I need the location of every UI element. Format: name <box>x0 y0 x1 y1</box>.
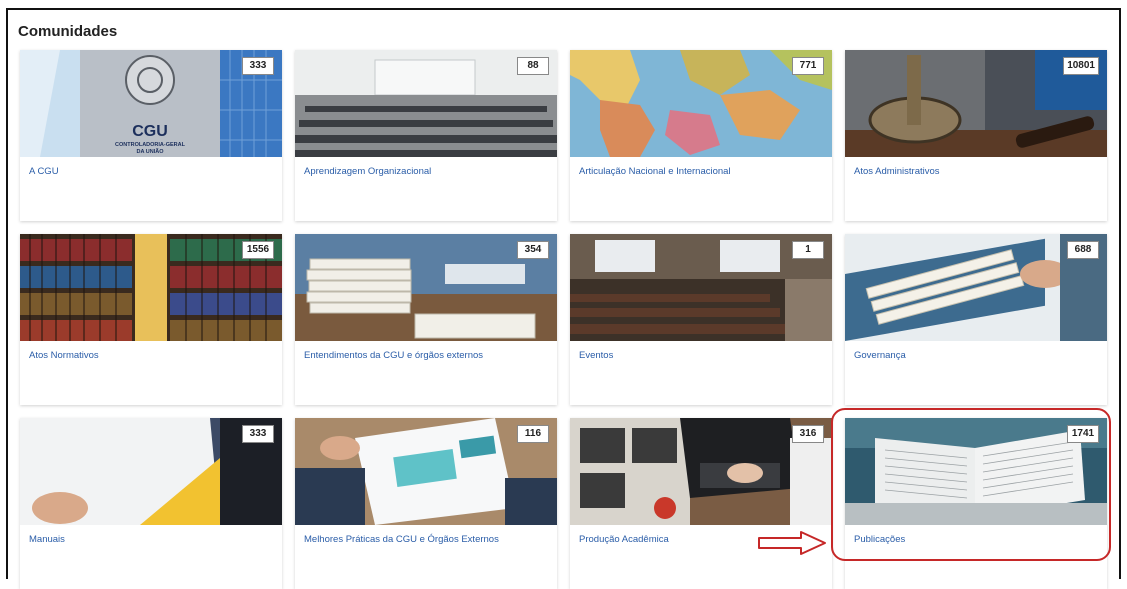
item-count-badge: 1 <box>792 241 824 259</box>
community-title[interactable]: Atos Normativos <box>29 350 99 361</box>
community-image-laptop-typing[interactable]: 316 <box>570 418 832 525</box>
community-image-document-stacks[interactable]: 354 <box>295 234 557 341</box>
community-image-cgu-building[interactable]: CGU CONTROLADORIA-GERAL DA UNIÃO 333 <box>20 50 282 157</box>
community-image-reports[interactable]: 116 <box>295 418 557 525</box>
item-count-badge: 771 <box>792 57 824 75</box>
community-image-open-book[interactable]: 1741 <box>845 418 1107 525</box>
community-image-file-folders[interactable]: 688 <box>845 234 1107 341</box>
community-title[interactable]: Melhores Práticas da CGU e Órgãos Extern… <box>304 534 499 545</box>
community-card-aprendizagem-organizacional[interactable]: 88 Aprendizagem Organizacional <box>295 50 557 221</box>
community-card-publicacoes[interactable]: 1741 Publicações <box>845 418 1107 589</box>
annotation-arrow-icon <box>758 531 826 555</box>
item-count-badge: 688 <box>1067 241 1099 259</box>
item-count-badge: 1556 <box>242 241 274 259</box>
community-title[interactable]: Publicações <box>854 534 905 545</box>
community-card-entendimentos-da-cgu[interactable]: 354 Entendimentos da CGU e órgãos extern… <box>295 234 557 405</box>
item-count-badge: 333 <box>242 57 274 75</box>
item-count-badge: 10801 <box>1063 57 1099 75</box>
community-image-classroom[interactable]: 88 <box>295 50 557 157</box>
community-card-producao-academica[interactable]: 316 Produção Acadêmica <box>570 418 832 589</box>
community-card-eventos[interactable]: 1 Eventos <box>570 234 832 405</box>
svg-text:CGU: CGU <box>132 123 168 140</box>
community-title[interactable]: Articulação Nacional e Internacional <box>579 166 731 177</box>
community-image-scales-gavel[interactable]: 10801 <box>845 50 1107 157</box>
svg-text:DA UNIÃO: DA UNIÃO <box>137 148 165 155</box>
section-title: Comunidades <box>18 23 118 40</box>
community-card-a-cgu[interactable]: CGU CONTROLADORIA-GERAL DA UNIÃO 333 A C… <box>20 50 282 221</box>
item-count-badge: 116 <box>517 425 549 443</box>
community-card-melhores-praticas[interactable]: 116 Melhores Práticas da CGU e Órgãos Ex… <box>295 418 557 589</box>
community-image-library-shelves[interactable]: 1556 <box>20 234 282 341</box>
svg-text:CONTROLADORIA-GERAL: CONTROLADORIA-GERAL <box>115 142 186 148</box>
community-card-atos-administrativos[interactable]: 10801 Atos Administrativos <box>845 50 1107 221</box>
community-title[interactable]: Eventos <box>579 350 613 361</box>
community-title[interactable]: A CGU <box>29 166 59 177</box>
community-title[interactable]: Manuais <box>29 534 65 545</box>
community-grid: CGU CONTROLADORIA-GERAL DA UNIÃO 333 A C… <box>20 50 1107 589</box>
community-card-manuais[interactable]: 333 Manuais <box>20 418 282 589</box>
community-title[interactable]: Entendimentos da CGU e órgãos externos <box>304 350 483 361</box>
item-count-badge: 333 <box>242 425 274 443</box>
community-image-auditorium[interactable]: 1 <box>570 234 832 341</box>
community-title[interactable]: Aprendizagem Organizacional <box>304 166 431 177</box>
item-count-badge: 316 <box>792 425 824 443</box>
community-image-world-map[interactable]: 771 <box>570 50 832 157</box>
item-count-badge: 1741 <box>1067 425 1099 443</box>
community-card-governanca[interactable]: 688 Governança <box>845 234 1107 405</box>
community-image-binder[interactable]: 333 <box>20 418 282 525</box>
community-title[interactable]: Governança <box>854 350 906 361</box>
item-count-badge: 88 <box>517 57 549 75</box>
community-card-atos-normativos[interactable]: 1556 Atos Normativos <box>20 234 282 405</box>
item-count-badge: 354 <box>517 241 549 259</box>
community-title[interactable]: Produção Acadêmica <box>579 534 669 545</box>
community-card-articulacao-nacional-e-internacional[interactable]: 771 Articulação Nacional e Internacional <box>570 50 832 221</box>
community-title[interactable]: Atos Administrativos <box>854 166 940 177</box>
